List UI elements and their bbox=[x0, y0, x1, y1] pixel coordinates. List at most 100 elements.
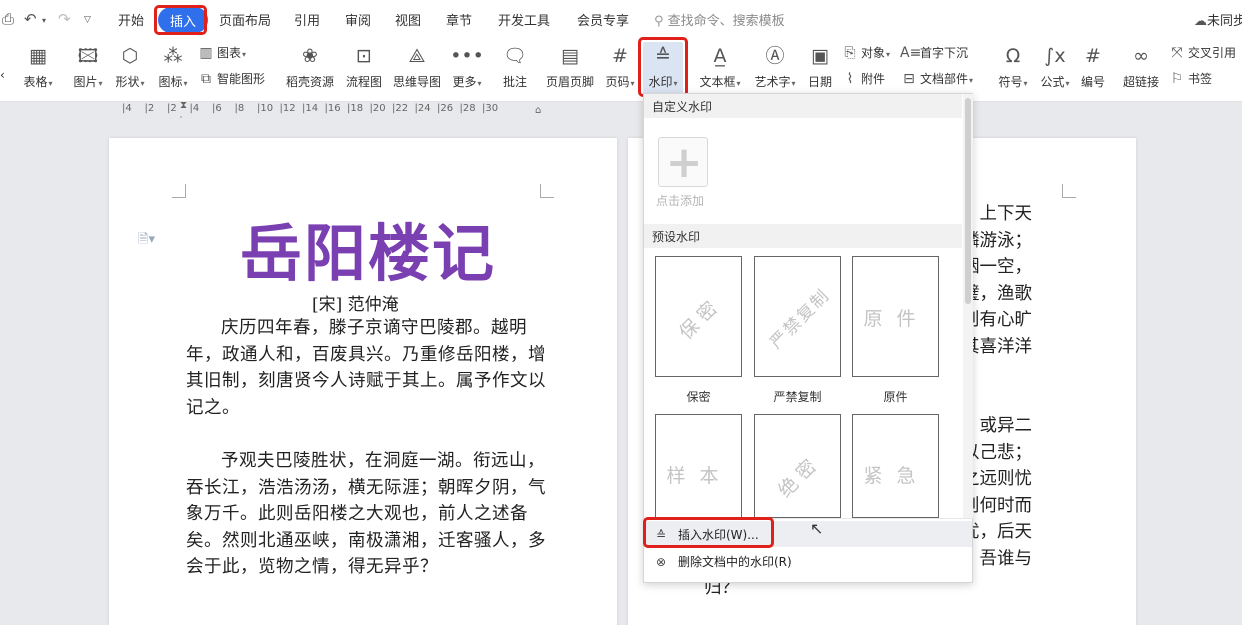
date-label: 日期 bbox=[807, 75, 832, 89]
tab-developer[interactable]: 开发工具 bbox=[498, 10, 550, 29]
redo-icon[interactable]: ↷ bbox=[58, 10, 71, 28]
undo-dropdown-icon[interactable]: ▾ bbox=[42, 16, 46, 25]
flowchart-icon: ⊡ bbox=[356, 45, 372, 67]
dropcap-button[interactable]: A≡首字下沉 bbox=[900, 44, 968, 61]
shape-icon: ⬡ bbox=[121, 45, 139, 67]
bookmark-button[interactable]: ⚐ 书签 bbox=[1168, 70, 1212, 87]
preset-watermark-header: 预设水印 bbox=[644, 224, 962, 248]
watermark-preset-top-secret[interactable]: 绝密 bbox=[754, 414, 841, 518]
cross-reference-button[interactable]: ⤧ 交叉引用 bbox=[1168, 44, 1236, 61]
header-footer-button[interactable]: ▤ 页眉页脚 bbox=[543, 42, 597, 90]
watermark-preview-text: 紧急 bbox=[863, 464, 930, 487]
smart-graphic-icon: ⧉ bbox=[201, 71, 211, 87]
numbering-button[interactable]: # 编号 bbox=[1078, 42, 1108, 90]
icons-grid-icon: ⁂ bbox=[163, 45, 183, 67]
comment-button[interactable]: 🗨 批注 bbox=[498, 42, 532, 90]
tab-member[interactable]: 会员专享 bbox=[577, 10, 629, 29]
right-page-block-1[interactable]: ，上下天 鳞游泳； 烟一空， 璧，渔歌 则有心旷 其喜洋洋 bbox=[962, 201, 1062, 360]
search-placeholder: 查找命令、搜索模板 bbox=[667, 14, 785, 29]
watermark-preset-label: 严禁复制 bbox=[773, 390, 822, 404]
dropcap-icon: A≡ bbox=[900, 45, 922, 61]
watermark-preset-confidential[interactable]: 保密 bbox=[655, 256, 742, 377]
docer-resources-button[interactable]: ❀ 稻壳资源 bbox=[282, 42, 338, 90]
quick-access-dropdown-icon[interactable]: ▽ bbox=[84, 15, 91, 25]
ruler-tick-label: |28 bbox=[459, 103, 476, 114]
wordart-button[interactable]: Ⓐ 艺术字▾ bbox=[751, 42, 799, 90]
hyperlink-button[interactable]: ∞ 超链接 bbox=[1120, 42, 1162, 90]
flowchart-button[interactable]: ⊡ 流程图 bbox=[343, 42, 385, 90]
formula-button[interactable]: ∫x 公式▾ bbox=[1036, 42, 1074, 90]
object-label: 对象 bbox=[861, 46, 886, 60]
textbox-button[interactable]: A̲ 文本框▾ bbox=[696, 42, 744, 90]
tab-home[interactable]: 开始 bbox=[118, 10, 144, 29]
tab-page-layout[interactable]: 页面布局 bbox=[219, 10, 271, 29]
watermark-preset-urgent[interactable]: 紧急 bbox=[852, 414, 939, 518]
wordart-label: 艺术字 bbox=[754, 75, 791, 89]
tab-references[interactable]: 引用 bbox=[294, 10, 320, 29]
horizontal-ruler[interactable]: |4 |2 |2 |4 |6 |8 |10 |12 |14 |16 |18 |20 |22 |24 |26 |… bbox=[110, 100, 630, 118]
right-indent-marker-icon[interactable]: ⌂ bbox=[535, 105, 541, 116]
cloud-sync-status[interactable]: ☁未同步 bbox=[1194, 10, 1242, 29]
document-format-icon[interactable]: 🗎▾ bbox=[138, 230, 155, 252]
textbox-icon: A̲ bbox=[713, 45, 727, 67]
attachment-button[interactable]: ⌇ 附件 bbox=[841, 70, 885, 87]
right-page-block-2[interactable]: ，或异二 以己悲； 之远则忧 则何时而 忧，后天 ，吾谁与 bbox=[962, 413, 1062, 572]
tab-section[interactable]: 章节 bbox=[446, 10, 472, 29]
ruler-tick-label: |6 bbox=[212, 103, 222, 114]
document-paragraph-2[interactable]: 予观夫巴陵胜状，在洞庭一湖。衔远山，吞长江，浩浩汤汤，横无际涯；朝晖夕阴，气象万… bbox=[186, 448, 546, 581]
tab-review[interactable]: 审阅 bbox=[345, 10, 371, 29]
print-preview-icon[interactable]: ⎙ bbox=[2, 10, 14, 28]
right-page-line: ，或异二 bbox=[962, 416, 1032, 436]
right-page-line: 璧，渔歌 bbox=[962, 283, 1032, 304]
right-page-line: ，吾谁与 bbox=[962, 548, 1032, 569]
link-icon: ∞ bbox=[1133, 45, 1149, 67]
right-page-line: 忧，后天 bbox=[962, 522, 1032, 542]
ruler-tick-label: |16 bbox=[324, 103, 341, 114]
shape-button[interactable]: ⬡ 形状▾ bbox=[111, 42, 149, 90]
smart-graphic-button[interactable]: ⧉ 智能图形 bbox=[197, 70, 265, 87]
document-author[interactable]: [宋] 范仲淹 bbox=[312, 290, 399, 315]
page-number-button[interactable]: # 页码▾ bbox=[601, 42, 639, 90]
document-title[interactable]: 岳阳楼记 bbox=[240, 203, 496, 293]
undo-icon[interactable]: ↶ bbox=[24, 10, 37, 28]
more-button[interactable]: ••• 更多▾ bbox=[448, 42, 486, 90]
hyperlink-label: 超链接 bbox=[1122, 75, 1159, 89]
ribbon-scroll-left-icon[interactable]: ‹ bbox=[0, 68, 5, 82]
wordart-icon: Ⓐ bbox=[765, 45, 785, 67]
doc-parts-button[interactable]: ⊟ 文档部件▾ bbox=[900, 70, 973, 87]
table-button[interactable]: ▦ 表格▾ bbox=[18, 42, 58, 90]
symbol-button[interactable]: Ω 符号▾ bbox=[994, 42, 1032, 90]
indent-marker-icon[interactable]: ⧗ bbox=[180, 100, 187, 111]
ruler-tick-label: |4 bbox=[189, 103, 200, 114]
object-button[interactable]: ⎘ 对象▾ bbox=[841, 44, 890, 61]
textbox-label: 文本框 bbox=[699, 75, 736, 89]
picture-label: 图片 bbox=[73, 75, 98, 89]
delete-watermark-label: 删除文档中的水印(R) bbox=[678, 555, 792, 569]
date-button[interactable]: ▣ 日期 bbox=[806, 42, 834, 90]
mindmap-button[interactable]: ⟁ 思维导图 bbox=[390, 42, 444, 90]
icon-button[interactable]: ⁂ 图标▾ bbox=[154, 42, 192, 90]
smart-graphic-label: 智能图形 bbox=[217, 72, 266, 86]
picture-button[interactable]: 🖾 图片▾ bbox=[69, 42, 107, 90]
delete-watermark-menu-item[interactable]: ⊗ 删除文档中的水印(R) bbox=[644, 548, 972, 574]
mouse-cursor-icon: ↖ bbox=[810, 519, 824, 538]
chart-button[interactable]: ▥ 图表▾ bbox=[197, 44, 246, 61]
doc-parts-icon: ⊟ bbox=[903, 71, 915, 87]
header-footer-icon: ▤ bbox=[561, 45, 579, 67]
tab-view[interactable]: 视图 bbox=[395, 10, 421, 29]
header-footer-label: 页眉页脚 bbox=[545, 75, 594, 89]
highlight-insert-watermark bbox=[643, 517, 774, 548]
bookmark-label: 书签 bbox=[1188, 72, 1213, 86]
document-paragraph-1[interactable]: 庆历四年春，滕子京谪守巴陵郡。越明年，政通人和，百废具兴。乃重修岳阳楼，增其旧制… bbox=[186, 315, 546, 421]
watermark-preset-no-copy[interactable]: 严禁复制 bbox=[754, 256, 841, 377]
formula-label: 公式 bbox=[1040, 75, 1065, 89]
add-custom-watermark-button[interactable]: + bbox=[658, 137, 708, 188]
watermark-preview-text: 原件 bbox=[863, 308, 930, 330]
watermark-preset-sample[interactable]: 样本 bbox=[655, 414, 742, 518]
search-box[interactable]: ⚲ 查找命令、搜索模板 bbox=[654, 10, 785, 29]
dropdown-scrollbar-thumb[interactable] bbox=[965, 98, 971, 304]
ruler-tick-label: |10 bbox=[257, 103, 274, 114]
ruler-tick-label: |12 bbox=[279, 103, 296, 114]
watermark-preset-original[interactable]: 原件 bbox=[852, 256, 939, 377]
right-page-line: 则何时而 bbox=[962, 495, 1032, 516]
